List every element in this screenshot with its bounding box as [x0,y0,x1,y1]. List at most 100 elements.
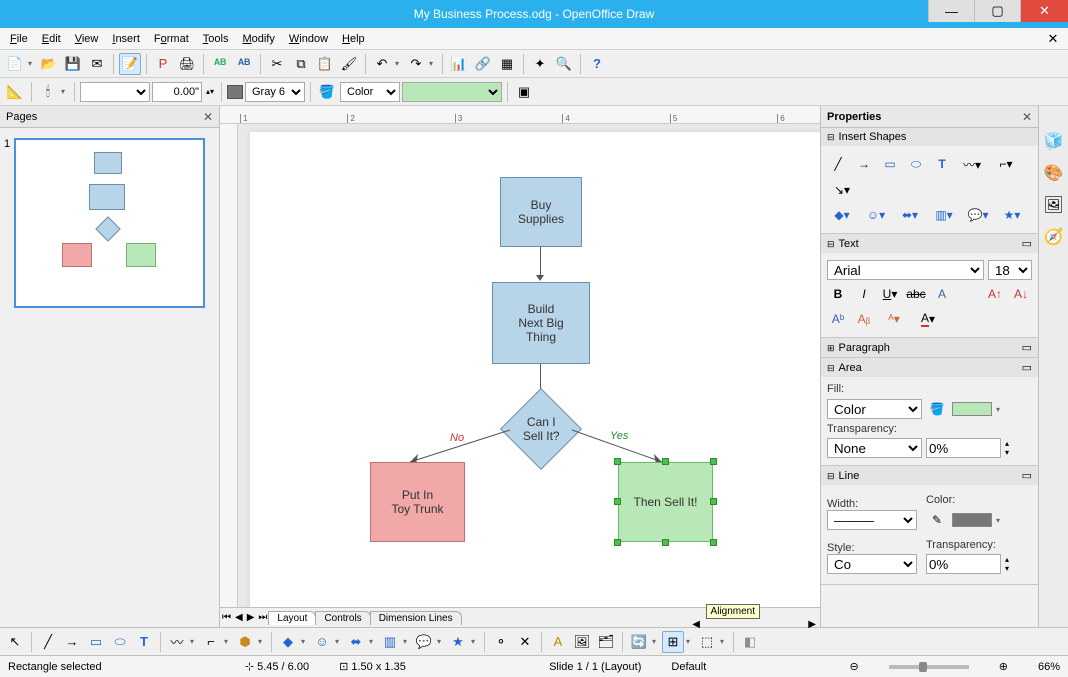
styles-tab-icon[interactable]: 🎨 [1043,162,1065,184]
basic-shapes-icon[interactable]: ◆ [277,631,299,653]
arrow-icon[interactable]: → [853,153,875,175]
arrows-dropdown[interactable]: ▾ [369,637,377,646]
resize-handle[interactable] [614,498,621,505]
tab-layout[interactable]: Layout [268,611,316,625]
node-toy-trunk[interactable]: Put In Toy Trunk [370,462,465,542]
resize-handle[interactable] [614,539,621,546]
points-icon[interactable]: ⚬ [490,631,512,653]
connector-icon[interactable]: ⌐ [200,631,222,653]
superscript-icon[interactable]: Aᵇ [827,308,849,330]
zoom-icon[interactable]: 🔍 [553,53,575,75]
zoom-value[interactable]: 66% [1038,661,1060,673]
line-icon[interactable]: ╱ [37,631,59,653]
line-width-select[interactable]: ——— [827,510,917,530]
shadow-icon[interactable]: ▣ [513,81,535,103]
gallery-tab-icon[interactable]: 🖼 [1043,194,1065,216]
more-options-icon[interactable]: ▭ [1022,341,1032,354]
gluepoints-icon[interactable]: ✕ [514,631,536,653]
edit-points-icon[interactable]: 📐 [4,81,26,103]
area-fill-icon[interactable]: 🪣 [316,81,338,103]
subscript-icon[interactable]: Aᵦ [853,308,875,330]
more-options-icon[interactable]: ▭ [1022,469,1032,482]
alignment-icon[interactable]: ⊞ [662,631,684,653]
resize-handle[interactable] [614,458,621,465]
3d-icon[interactable]: ⬢ [234,631,256,653]
resize-handle[interactable] [710,498,717,505]
email-icon[interactable]: ✉ [86,53,108,75]
copy-icon[interactable]: ⧉ [290,53,312,75]
menu-modify[interactable]: Modify [236,31,280,47]
italic-icon[interactable]: I [853,283,875,305]
flowchart-icon[interactable]: ▥▾ [929,204,959,226]
tab-controls[interactable]: Controls [315,611,370,625]
menu-window[interactable]: Window [283,31,334,47]
new-icon[interactable]: 📄 [4,53,26,75]
underline-icon[interactable]: U▾ [879,283,901,305]
stars-dropdown[interactable]: ▾ [471,637,479,646]
format-paintbrush-icon[interactable]: 🖌 [338,53,360,75]
close-icon[interactable]: ✕ [203,110,213,124]
more-options-icon[interactable]: ▭ [1022,361,1032,374]
select-icon[interactable]: ↖ [4,631,26,653]
export-pdf-icon[interactable]: P [152,53,174,75]
font-color-icon[interactable]: A▾ [913,308,943,330]
zoom-slider[interactable] [889,665,969,669]
alignment-dropdown[interactable]: ▾ [686,637,694,646]
minimize-button[interactable]: — [928,0,974,22]
bold-icon[interactable]: B [827,283,849,305]
stars-icon[interactable]: ★▾ [997,204,1027,226]
new-dropdown[interactable]: ▾ [28,59,36,68]
glue-icon[interactable]: 🕯 [37,81,59,103]
close-button[interactable]: ✕ [1020,0,1068,22]
curve-icon[interactable]: 〰 [166,631,188,653]
arrange-dropdown[interactable]: ▾ [720,637,728,646]
close-icon[interactable]: ✕ [1022,110,1032,124]
menu-close-doc-icon[interactable]: ✕ [1042,28,1064,50]
menu-view[interactable]: View [69,31,105,47]
menu-file[interactable]: File [4,31,34,47]
curve-dropdown[interactable]: ▾ [190,637,198,646]
menu-format[interactable]: Format [148,31,195,47]
font-name-select[interactable]: Arial [827,260,984,280]
node-sell-it[interactable]: Then Sell It! [618,462,713,542]
spellcheck-icon[interactable]: ᴬᴮ [209,53,231,75]
callouts-dropdown[interactable]: ▾ [437,637,445,646]
print-icon[interactable]: 🖨 [176,53,198,75]
table-icon[interactable]: ▦ [496,53,518,75]
glue-dropdown[interactable]: ▾ [61,87,69,96]
navigator-icon[interactable]: ✦ [529,53,551,75]
menu-tools[interactable]: Tools [197,31,235,47]
line-color-select[interactable]: Gray 6 [245,82,305,102]
drawing-page[interactable]: Buy Supplies Build Next Big Thing Can I … [250,132,820,607]
stars-icon[interactable]: ★ [447,631,469,653]
hyperlink-icon[interactable]: 🔗 [472,53,494,75]
node-build-thing[interactable]: Build Next Big Thing [492,282,590,364]
properties-tab-icon[interactable]: 🧊 [1043,130,1065,152]
menu-insert[interactable]: Insert [106,31,146,47]
resize-handle[interactable] [662,539,669,546]
canvas-area[interactable]: Buy Supplies Build Next Big Thing Can I … [220,124,820,607]
edit-file-icon[interactable]: 📝 [119,53,141,75]
block-arrows-icon[interactable]: ⬌▾ [895,204,925,226]
undo-dropdown[interactable]: ▾ [395,59,403,68]
line-width-stepper[interactable]: ▴▾ [204,81,216,103]
auto-spellcheck-icon[interactable]: ᴬᴮ [233,53,255,75]
from-file-icon[interactable]: 🖼 [571,631,593,653]
decrease-font-icon[interactable]: A↓ [1010,283,1032,305]
arrow-style-select[interactable] [80,82,150,102]
chart-icon[interactable]: 📊 [448,53,470,75]
lines-arrows-icon[interactable]: ↘▾ [827,179,857,201]
text-icon[interactable]: T [931,153,953,175]
cut-icon[interactable]: ✂ [266,53,288,75]
font-size-select[interactable]: 18 [988,260,1032,280]
gallery-icon[interactable]: 🗂 [595,631,617,653]
symbol-dropdown[interactable]: ▾ [335,637,343,646]
undo-icon[interactable]: ↶ [371,53,393,75]
tab-nav-next[interactable]: ▶ [245,612,257,623]
line-style-select[interactable]: Co [827,554,917,574]
increase-font-icon[interactable]: A↑ [984,283,1006,305]
rotate-icon[interactable]: 🔄 [628,631,650,653]
redo-dropdown[interactable]: ▾ [429,59,437,68]
fill-color-dropdown[interactable]: ▾ [996,405,1004,414]
redo-icon[interactable]: ↷ [405,53,427,75]
